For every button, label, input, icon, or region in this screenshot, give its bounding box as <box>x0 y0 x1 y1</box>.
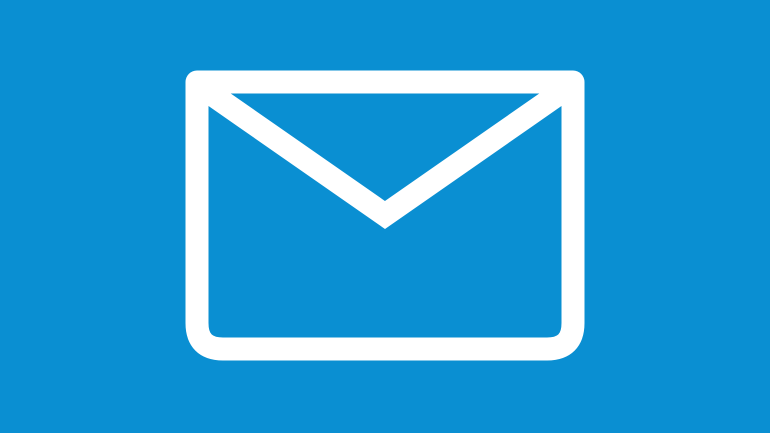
mail-icon-tile <box>0 0 770 433</box>
envelope-icon <box>0 0 770 433</box>
envelope-flap <box>190 74 580 230</box>
